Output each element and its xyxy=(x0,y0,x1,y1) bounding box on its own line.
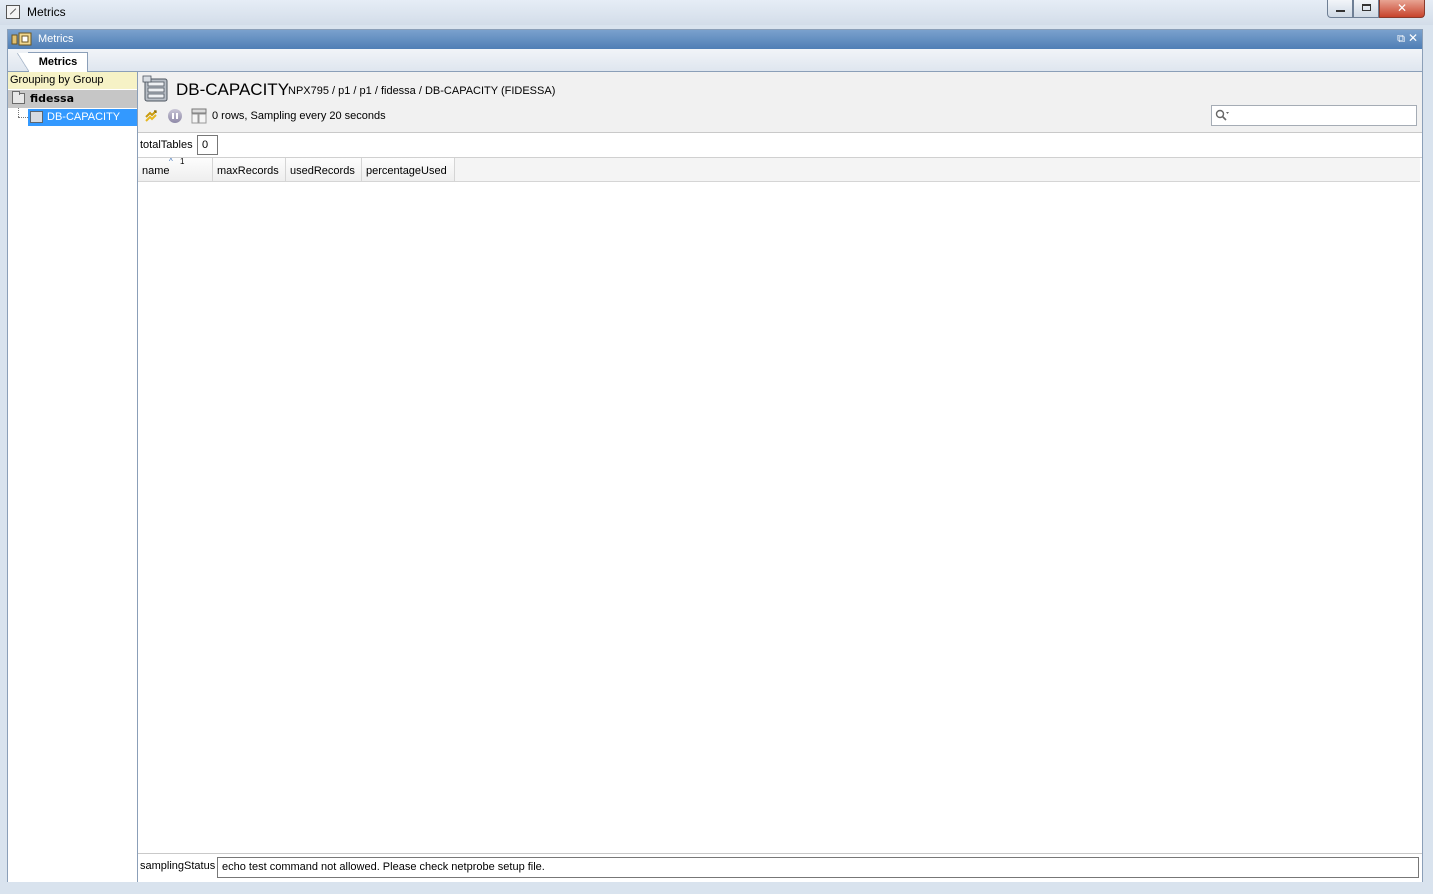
headline-row: totalTables 0 xyxy=(138,133,1422,158)
close-icon: ✕ xyxy=(1396,1,1408,15)
column-header-maxrecords[interactable]: maxRecords xyxy=(213,158,286,181)
close-button[interactable]: ✕ xyxy=(1379,0,1425,18)
tree-item-label: DB-CAPACITY xyxy=(47,111,121,123)
column-header-usedrecords[interactable]: usedRecords xyxy=(286,158,362,181)
sort-order-badge: 1 xyxy=(180,157,185,166)
panel-close-icon[interactable]: ✕ xyxy=(1408,31,1418,45)
pause-icon xyxy=(168,109,182,123)
sampler-icon xyxy=(30,111,43,123)
tab-metrics[interactable]: Metrics xyxy=(17,52,88,72)
metrics-panel-icon xyxy=(11,32,32,46)
divider xyxy=(138,853,1422,854)
dataview-header: DB-CAPACITY NPX795 / p1 / p1 / fidessa /… xyxy=(138,72,1422,133)
search-icon xyxy=(1215,109,1229,121)
tree-item-db-capacity[interactable]: DB-CAPACITY xyxy=(28,109,137,126)
folder-icon xyxy=(12,91,25,104)
tree-group-label: fidessa xyxy=(30,92,75,105)
dataview-title: DB-CAPACITY xyxy=(176,80,290,99)
columns-icon[interactable] xyxy=(191,108,207,124)
dataview-pane: DB-CAPACITY NPX795 / p1 / p1 / fidessa /… xyxy=(138,72,1422,882)
column-header-name[interactable]: name ^ 1 xyxy=(138,158,213,181)
column-header-label: name xyxy=(142,165,170,177)
refresh-icon[interactable] xyxy=(143,108,159,124)
headline-value-totaltables[interactable]: 0 xyxy=(197,135,218,155)
app-icon xyxy=(6,5,20,19)
headline-value-samplingstatus[interactable]: echo test command not allowed. Please ch… xyxy=(217,857,1419,878)
sort-ascending-icon: ^ xyxy=(169,157,173,166)
panel-titlebar: Metrics ⧉ ✕ xyxy=(8,30,1422,49)
navigation-tree: Grouping by Group fidessa DB-CAPACITY xyxy=(8,72,138,882)
tab-strip: Metrics xyxy=(8,49,1422,72)
minimize-button[interactable] xyxy=(1327,0,1353,18)
column-header-percentageused[interactable]: percentageUsed xyxy=(362,158,455,181)
grouping-label[interactable]: Grouping by Group xyxy=(8,72,137,89)
window-titlebar: Metrics ✕ xyxy=(0,0,1433,25)
maximize-icon xyxy=(1362,4,1371,11)
metrics-panel: Metrics ⧉ ✕ Metrics Grouping by Group fi… xyxy=(7,29,1423,882)
headline-label-totaltables: totalTables xyxy=(140,139,193,151)
window-bottom-border xyxy=(0,884,1433,894)
panel-restore-icon[interactable]: ⧉ xyxy=(1397,32,1405,46)
window-title: Metrics xyxy=(27,5,66,19)
panel-title: Metrics xyxy=(38,33,74,45)
maximize-button[interactable] xyxy=(1353,0,1379,18)
table-body[interactable] xyxy=(138,182,1420,852)
minimize-icon xyxy=(1336,10,1345,12)
dataview-path: NPX795 / p1 / p1 / fidessa / DB-CAPACITY… xyxy=(288,85,556,97)
pause-button[interactable] xyxy=(167,108,183,124)
table-header: name ^ 1 maxRecords usedRecords percenta… xyxy=(138,158,1420,182)
headline-label-samplingstatus: samplingStatus xyxy=(140,860,216,872)
tree-connector xyxy=(18,117,28,119)
search-input[interactable] xyxy=(1211,105,1417,126)
sampling-summary: 0 rows, Sampling every 20 seconds xyxy=(212,110,386,122)
tree-connector xyxy=(18,108,20,117)
tree-group-fidessa[interactable]: fidessa xyxy=(8,90,137,108)
database-icon xyxy=(142,75,168,102)
